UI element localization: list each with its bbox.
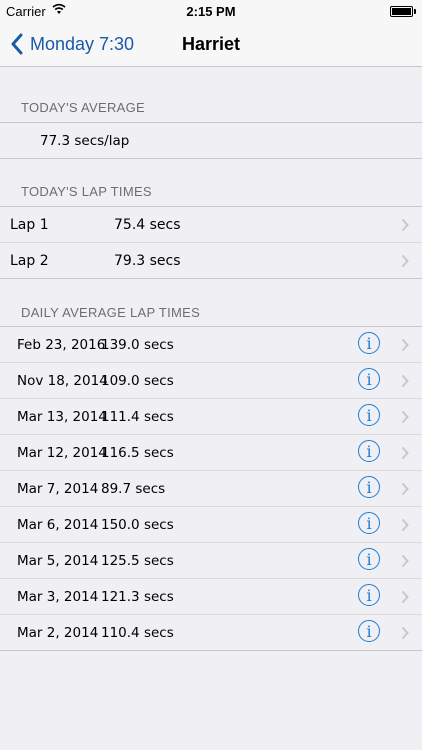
- daily-average-row[interactable]: Nov 18, 2014 109.0 secs i: [0, 363, 422, 399]
- daily-average-row[interactable]: Mar 13, 2014 111.4 secs i: [0, 399, 422, 435]
- daily-average-value: 121.3 secs: [101, 588, 174, 605]
- daily-average-row[interactable]: Mar 2, 2014 110.4 secs i: [0, 615, 422, 650]
- info-icon[interactable]: i: [358, 440, 380, 462]
- info-icon[interactable]: i: [358, 512, 380, 534]
- chevron-right-icon: [401, 410, 409, 424]
- daily-average-value: 111.4 secs: [101, 408, 174, 425]
- info-icon[interactable]: i: [358, 476, 380, 498]
- page-title: Harriet: [181, 34, 241, 54]
- daily-date: Feb 23, 2016: [17, 336, 106, 353]
- daily-date: Mar 2, 2014: [17, 624, 99, 641]
- info-icon[interactable]: i: [358, 404, 380, 426]
- clock: 2:15 PM: [186, 4, 236, 19]
- chevron-right-icon: [401, 446, 409, 460]
- daily-date: Mar 6, 2014: [17, 516, 99, 533]
- daily-average-row[interactable]: Mar 7, 2014 89.7 secs i: [0, 471, 422, 507]
- chevron-right-icon: [401, 518, 409, 532]
- lap-time: 79.3 secs: [114, 252, 181, 269]
- chevron-right-icon: [401, 554, 409, 568]
- chevron-right-icon: [401, 482, 409, 496]
- info-icon[interactable]: i: [358, 332, 380, 354]
- lap-row[interactable]: Lap 1 75.4 secs: [0, 207, 422, 243]
- today-average-value: 77.3 secs/lap: [40, 132, 130, 149]
- today-average-group: 77.3 secs/lap: [0, 122, 422, 159]
- lap-name: Lap 1: [10, 216, 49, 233]
- section-header-lap-times: TODAY'S LAP TIMES: [21, 184, 152, 199]
- chevron-right-icon: [401, 374, 409, 388]
- info-icon[interactable]: i: [358, 620, 380, 642]
- daily-average-row[interactable]: Feb 23, 2016 139.0 secs i: [0, 327, 422, 363]
- chevron-right-icon: [401, 218, 409, 232]
- chevron-right-icon: [401, 626, 409, 640]
- chevron-right-icon: [401, 254, 409, 268]
- daily-average-row[interactable]: Mar 5, 2014 125.5 secs i: [0, 543, 422, 579]
- daily-date: Mar 3, 2014: [17, 588, 99, 605]
- daily-average-row[interactable]: Mar 12, 2014 116.5 secs i: [0, 435, 422, 471]
- daily-average-row[interactable]: Mar 6, 2014 150.0 secs i: [0, 507, 422, 543]
- daily-date: Mar 12, 2014: [17, 444, 107, 461]
- daily-average-group: Feb 23, 2016 139.0 secs i Nov 18, 2014 109.0…: [0, 326, 422, 651]
- lap-times-group: Lap 1 75.4 secs Lap 2 79.3 secs: [0, 206, 422, 279]
- daily-date: Nov 18, 2014: [17, 372, 108, 389]
- daily-average-value: 150.0 secs: [101, 516, 174, 533]
- info-icon[interactable]: i: [358, 548, 380, 570]
- daily-date: Mar 5, 2014: [17, 552, 99, 569]
- daily-average-row[interactable]: Mar 3, 2014 121.3 secs i: [0, 579, 422, 615]
- daily-average-value: 139.0 secs: [101, 336, 174, 353]
- daily-average-value: 116.5 secs: [101, 444, 174, 461]
- section-header-today-average: TODAY'S AVERAGE: [21, 100, 146, 115]
- daily-average-value: 125.5 secs: [101, 552, 174, 569]
- daily-average-value: 110.4 secs: [101, 624, 174, 641]
- daily-date: Mar 13, 2014: [17, 408, 107, 425]
- info-icon[interactable]: i: [358, 584, 380, 606]
- chevron-right-icon: [401, 590, 409, 604]
- lap-time: 75.4 secs: [114, 216, 181, 233]
- daily-date: Mar 7, 2014: [17, 480, 99, 497]
- battery-icon: [390, 6, 416, 17]
- lap-name: Lap 2: [10, 252, 49, 269]
- daily-average-value: 109.0 secs: [101, 372, 174, 389]
- navigation-bar: Monday 7:30 Harriet: [0, 22, 422, 67]
- info-icon[interactable]: i: [358, 368, 380, 390]
- lap-row[interactable]: Lap 2 79.3 secs: [0, 243, 422, 278]
- chevron-right-icon: [401, 338, 409, 352]
- status-bar: Carrier 2:15 PM: [0, 0, 422, 22]
- section-header-daily-average: DAILY AVERAGE LAP TIMES: [21, 305, 201, 320]
- daily-average-value: 89.7 secs: [101, 480, 166, 497]
